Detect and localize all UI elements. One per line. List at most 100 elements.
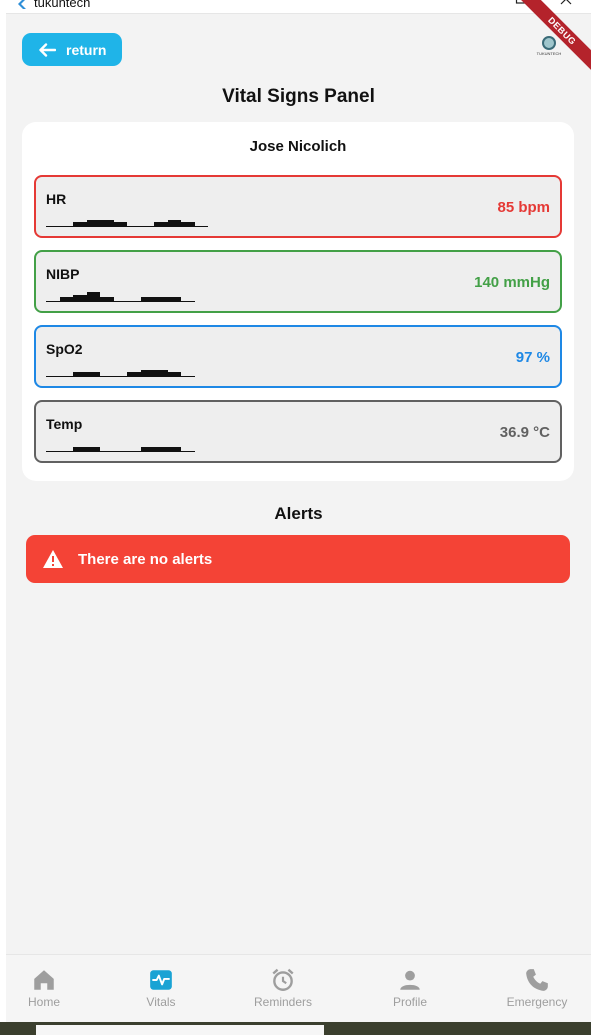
vital-sparkline bbox=[46, 363, 195, 377]
sparkline-bar bbox=[100, 219, 114, 227]
sparkline-bar bbox=[181, 300, 195, 302]
page-title: Vital Signs Panel bbox=[222, 86, 375, 107]
return-button[interactable]: return bbox=[22, 33, 122, 66]
sparkline-bar bbox=[140, 297, 154, 302]
sparkline-bar bbox=[113, 375, 127, 377]
vital-sparkline bbox=[46, 288, 195, 302]
app-logo-icon bbox=[18, 0, 26, 9]
vital-row-spo2[interactable]: SpO2 97 % bbox=[34, 325, 562, 388]
vital-row-nibp[interactable]: NIBP 140 mmHg bbox=[34, 250, 562, 313]
nav-reminders[interactable]: Reminders bbox=[251, 961, 315, 1019]
nav-label: Home bbox=[27, 995, 60, 1009]
close-icon bbox=[560, 0, 572, 5]
window-title: tukuntech bbox=[34, 0, 91, 10]
sparkline-bar bbox=[194, 225, 208, 227]
sparkline-bar bbox=[127, 372, 141, 377]
sparkline-bar bbox=[59, 375, 73, 377]
warning-icon bbox=[43, 550, 63, 568]
sparkline-bar bbox=[113, 300, 127, 302]
sparkline-bar bbox=[86, 372, 100, 377]
sparkline-bar bbox=[59, 297, 73, 302]
vital-sparkline bbox=[46, 213, 208, 227]
patient-name: Jose Nicolich bbox=[249, 138, 347, 155]
nav-label: Profile bbox=[392, 995, 427, 1009]
sparkline-bar bbox=[59, 225, 73, 227]
sparkline-bar bbox=[100, 450, 114, 452]
vital-name: Temp bbox=[46, 416, 83, 432]
sparkline-bar bbox=[46, 450, 60, 452]
sparkline-bar bbox=[181, 222, 195, 227]
sparkline-bar bbox=[86, 292, 100, 302]
sparkline-bar bbox=[167, 219, 181, 227]
alert-message: There are no alerts bbox=[78, 550, 213, 568]
vital-name: NIBP bbox=[46, 266, 80, 282]
sparkline-bar bbox=[73, 222, 87, 227]
desktop-taskbar bbox=[0, 1022, 591, 1035]
sparkline-bar bbox=[181, 450, 195, 452]
phone-icon bbox=[526, 969, 548, 991]
nav-label: Reminders bbox=[253, 995, 313, 1009]
alarm-clock-icon bbox=[272, 968, 294, 991]
sparkline-bar bbox=[46, 375, 60, 377]
vital-value: 97 % bbox=[515, 349, 550, 366]
sparkline-bar bbox=[140, 447, 154, 452]
nav-label: Emergency bbox=[506, 995, 568, 1009]
sparkline-bar bbox=[113, 450, 127, 452]
sparkline-bar bbox=[59, 450, 73, 452]
vital-value: 140 mmHg bbox=[474, 274, 550, 291]
sparkline-bar bbox=[167, 372, 181, 377]
nav-label: Vitals bbox=[146, 995, 176, 1009]
nav-home[interactable]: Home bbox=[12, 961, 76, 1019]
nav-profile[interactable]: Profile bbox=[378, 961, 442, 1019]
sparkline-bar bbox=[46, 300, 60, 302]
vital-name: SpO2 bbox=[46, 341, 83, 357]
vital-name: HR bbox=[46, 191, 67, 207]
vitals-card: Jose Nicolich HR 85 bpm NIBP 140 mmHg Sp… bbox=[22, 122, 574, 481]
sparkline-bar bbox=[127, 450, 141, 452]
sparkline-bar bbox=[46, 225, 60, 227]
sparkline-bar bbox=[140, 225, 154, 227]
nav-vitals[interactable]: Vitals bbox=[129, 961, 193, 1019]
sparkline-bar bbox=[86, 219, 100, 227]
vital-value: 85 bpm bbox=[497, 199, 550, 216]
sparkline-bar bbox=[127, 225, 141, 227]
vitals-icon bbox=[150, 970, 172, 990]
sparkline-bar bbox=[140, 369, 154, 377]
person-icon bbox=[400, 970, 420, 990]
sparkline-bar bbox=[100, 297, 114, 302]
sparkline-bar bbox=[181, 375, 195, 377]
alert-banner: There are no alerts bbox=[26, 535, 570, 583]
minimize-icon bbox=[472, 0, 484, 8]
return-label: return bbox=[66, 41, 107, 58]
sparkline-bar bbox=[167, 447, 181, 452]
sparkline-bar bbox=[86, 447, 100, 452]
vital-row-temp[interactable]: Temp 36.9 °C bbox=[34, 400, 562, 463]
sparkline-bar bbox=[154, 447, 168, 452]
brand-logo: TUKUNTECH bbox=[534, 36, 564, 60]
sparkline-bar bbox=[113, 222, 127, 227]
sparkline-bar bbox=[100, 375, 114, 377]
nav-emergency[interactable]: Emergency bbox=[505, 961, 569, 1019]
bottom-navigation: Home Vitals Reminders Profile Emergency bbox=[6, 954, 591, 1022]
sparkline-bar bbox=[127, 300, 141, 302]
vital-sparkline bbox=[46, 438, 195, 452]
sparkline-bar bbox=[73, 447, 87, 452]
sparkline-bar bbox=[167, 297, 181, 302]
sparkline-bar bbox=[73, 294, 87, 302]
minimize-button[interactable] bbox=[465, 0, 491, 12]
home-icon bbox=[34, 970, 54, 990]
sparkline-bar bbox=[73, 372, 87, 377]
sparkline-bar bbox=[154, 369, 168, 377]
background-window bbox=[36, 1025, 324, 1035]
logo-text: TUKUNTECH bbox=[536, 51, 562, 56]
title-bar: tukuntech bbox=[6, 0, 591, 14]
close-button[interactable] bbox=[553, 0, 579, 12]
vital-value: 36.9 °C bbox=[499, 424, 550, 441]
logo-mark-icon bbox=[542, 36, 556, 50]
app-window: tukuntech DEBUG TUKUNTECH return Vital S… bbox=[6, 0, 591, 1022]
sparkline-bar bbox=[154, 297, 168, 302]
alerts-title: Alerts bbox=[274, 504, 323, 523]
sparkline-bar bbox=[154, 222, 168, 227]
arrow-left-icon bbox=[39, 42, 56, 57]
vital-row-hr[interactable]: HR 85 bpm bbox=[34, 175, 562, 238]
